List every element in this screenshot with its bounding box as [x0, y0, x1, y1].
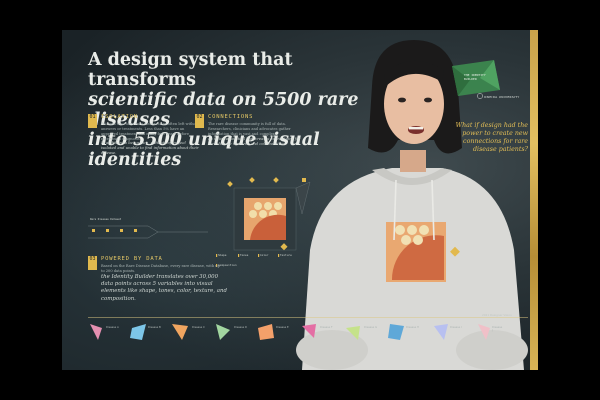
tagline-question: What if design had the power to create n…	[455, 122, 528, 153]
logo-title: THE IDENTITY BUILDER	[464, 73, 486, 81]
strip-label: Disease B	[148, 326, 161, 329]
strip-label: Disease A	[106, 326, 119, 329]
identity-mark	[302, 324, 316, 338]
identity-mark	[478, 324, 490, 340]
identity-mark	[90, 324, 102, 340]
section-lead-connections: an information tool that creates connect…	[208, 136, 301, 146]
headline-line-1: A design system that transforms	[88, 50, 293, 90]
identity-mark	[434, 324, 448, 340]
texture-dot	[259, 210, 267, 218]
texture-dot	[264, 202, 272, 210]
dataset-connector	[88, 225, 208, 239]
identity-mark	[130, 324, 146, 340]
strip-label: Disease H	[406, 326, 419, 329]
identity-mark	[172, 324, 188, 340]
texture-dot	[249, 210, 257, 218]
section-number-isolation: 01	[88, 114, 97, 128]
identity-mark	[388, 324, 404, 340]
section-body-isolation: Patients who have rare diseases are ofte…	[101, 122, 200, 141]
identity-mark	[258, 324, 274, 340]
texture-dot	[254, 202, 262, 210]
identity-mark	[216, 324, 230, 340]
strip-label: Disease E	[276, 326, 289, 329]
section-number-connections: 02	[195, 114, 204, 128]
diagram-var-label: Shape	[218, 253, 227, 257]
diagram-var-label: Color	[260, 253, 269, 257]
strip-label: Disease C	[192, 326, 205, 329]
university-name: ONEIDA UNIVERSITY	[484, 95, 520, 99]
identity-mark	[346, 326, 360, 340]
section-number-powered: 03	[88, 256, 97, 270]
strip-label: Disease F	[320, 326, 333, 329]
section-lead-powered: the Identity Builder translates over 30,…	[101, 274, 227, 302]
university-crest-icon	[477, 93, 483, 99]
diagram-var-label: Tones	[240, 253, 249, 257]
poster-frame: A design system that transforms scientif…	[62, 30, 538, 370]
section-body-connections: The rare disease community is full of da…	[208, 122, 291, 136]
section-lead-isolation: In addition to being rare, patients ofte…	[101, 140, 199, 155]
diagram-var-label: Texture	[280, 253, 292, 257]
strip-label: Disease J	[492, 326, 503, 333]
bottom-divider	[88, 317, 528, 318]
credit-text: 2021 Designer Vision	[482, 313, 512, 317]
section-title-connections: CONNECTIONS	[208, 114, 254, 120]
section-body-powered: Based on the Rare Disease Database, ever…	[101, 264, 220, 273]
strip-label: Disease D	[234, 326, 248, 329]
section-title-isolation: ISOLATION	[101, 114, 139, 120]
strip-label: Disease I	[450, 326, 462, 329]
section-title-powered: POWERED BY DATA	[101, 256, 163, 262]
strip-label: Disease G	[364, 326, 378, 329]
texture-dot	[274, 202, 282, 210]
